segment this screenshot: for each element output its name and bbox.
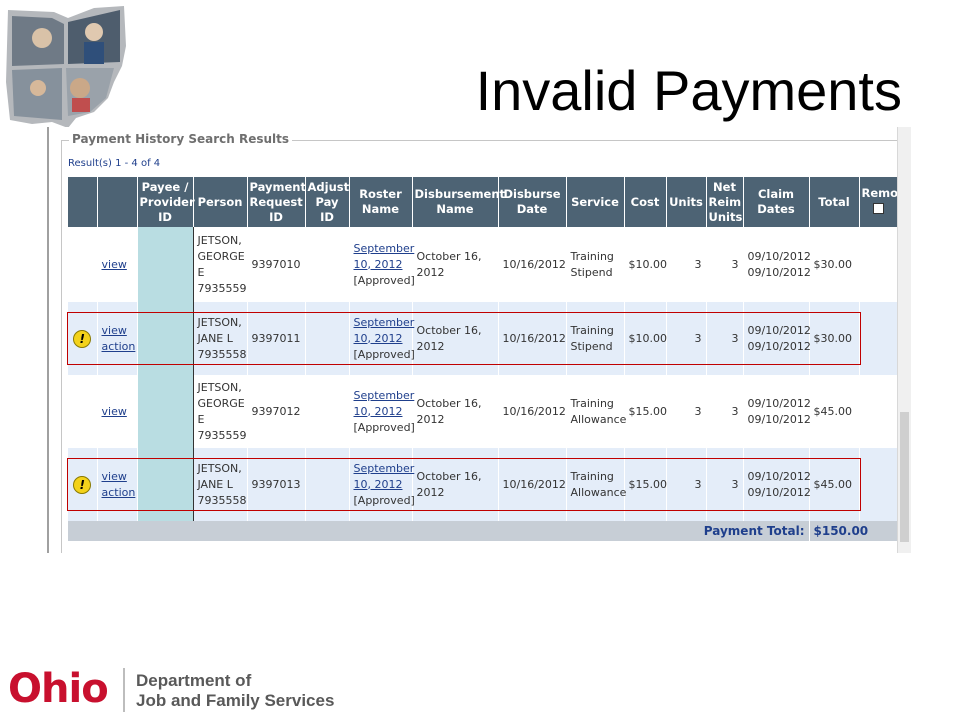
view-link[interactable]: view <box>102 258 127 271</box>
request-id-cell: 9397012 <box>247 375 306 448</box>
department-name-line1: Department of <box>136 671 252 690</box>
col-header-service[interactable]: Service <box>566 177 625 227</box>
col-header-disbursement-name[interactable]: Disbursement Name <box>412 177 505 227</box>
result-count: Result(s) 1 - 4 of 4 <box>68 158 161 169</box>
service-cell: Training Allowance <box>566 375 626 448</box>
roster-status: [Approved] <box>353 420 415 434</box>
col-header-roster[interactable]: Roster Name <box>349 177 413 227</box>
service-cell: Training Stipend <box>566 227 625 302</box>
col-header-remove: Remo <box>859 177 899 227</box>
payee-cell <box>136 227 194 302</box>
remove-all-checkbox[interactable] <box>873 203 884 214</box>
cost-cell: $15.00 <box>624 375 667 448</box>
col-header-request[interactable]: Payment Request ID <box>247 177 306 227</box>
col-header-net-units[interactable]: Net Reim Units <box>706 177 744 227</box>
payment-history-panel: Payment History Search Results Result(s)… <box>47 127 911 553</box>
col-header-flag <box>68 177 98 227</box>
claim-dates-cell: 09/10/2012 09/10/2012 <box>743 375 811 448</box>
roster-cell: September 10, 2012 [Approved] <box>349 375 415 448</box>
table-row: view JETSON, GEORGE E 7935559 9397010 Septe… <box>68 227 899 302</box>
units-cell: 3 <box>666 227 707 302</box>
remove-cell <box>859 227 899 302</box>
remove-cell <box>859 302 899 375</box>
col-header-total[interactable]: Total <box>809 177 860 227</box>
row-actions-cell: view <box>97 227 138 302</box>
col-header-remove-label: Remo <box>861 186 899 200</box>
table-header-row: Payee / Provider ID Person Payment Reque… <box>68 177 899 227</box>
roster-status: [Approved] <box>353 273 415 287</box>
col-header-person[interactable]: Person <box>193 177 248 227</box>
table-row: view JETSON, GEORGE E 7935559 9397012 Septe… <box>68 375 899 448</box>
invalid-payment-highlight-1 <box>67 312 861 365</box>
col-header-units[interactable]: Units <box>666 177 707 227</box>
adjust-pay-id-cell <box>305 375 350 448</box>
remove-cell <box>859 448 899 521</box>
roster-link[interactable]: September 10, 2012 <box>354 389 415 418</box>
payment-total-row: Payment Total: $150.00 <box>68 521 899 541</box>
request-id-cell: 9397010 <box>247 227 306 302</box>
col-header-disburse-date[interactable]: Disburse Date <box>498 177 567 227</box>
disbursement-name-cell: October 16, 2012 <box>412 227 499 302</box>
col-header-claim-dates[interactable]: Claim Dates <box>743 177 810 227</box>
row-warning-cell <box>68 227 98 302</box>
remove-cell <box>859 375 899 448</box>
adjust-pay-id-cell <box>305 227 350 302</box>
payment-total-label: Payment Total: <box>68 521 810 541</box>
col-header-payee[interactable]: Payee / Provider ID <box>137 177 195 227</box>
person-cell: JETSON, GEORGE E 7935559 <box>193 227 248 302</box>
total-cell: $30.00 <box>809 227 860 302</box>
units-cell: 3 <box>666 375 707 448</box>
ohio-state-photo-collage <box>6 6 126 128</box>
disbursement-name-cell: October 16, 2012 <box>412 375 499 448</box>
view-link[interactable]: view <box>102 405 127 418</box>
cost-cell: $10.00 <box>624 227 667 302</box>
col-header-cost[interactable]: Cost <box>624 177 667 227</box>
claim-dates-cell: 09/10/2012 09/10/2012 <box>743 227 811 302</box>
roster-cell: September 10, 2012 [Approved] <box>349 227 415 302</box>
disburse-date-cell: 10/16/2012 <box>498 227 567 302</box>
payment-total-value: $150.00 <box>809 521 899 541</box>
row-warning-cell <box>68 375 98 448</box>
footer-logo: Ohio Department of Job and Family Servic… <box>8 664 368 714</box>
slide-title: Invalid Payments <box>475 59 902 122</box>
search-results-legend: Payment History Search Results <box>69 132 293 146</box>
disburse-date-cell: 10/16/2012 <box>498 375 567 448</box>
scrollbar-thumb[interactable] <box>900 412 909 542</box>
department-name-line2: Job and Family Services <box>136 691 335 710</box>
invalid-payment-highlight-2 <box>67 458 861 511</box>
row-actions-cell: view <box>97 375 138 448</box>
net-units-cell: 3 <box>706 227 744 302</box>
net-units-cell: 3 <box>706 375 744 448</box>
footer-divider <box>123 668 125 712</box>
col-header-adjust[interactable]: Adjust Pay ID <box>305 177 350 227</box>
payee-cell <box>136 375 194 448</box>
panel-scrollbar[interactable] <box>897 127 911 553</box>
person-cell: JETSON, GEORGE E 7935559 <box>193 375 248 448</box>
roster-link[interactable]: September 10, 2012 <box>354 242 415 271</box>
ohio-wordmark: Ohio <box>8 666 109 712</box>
total-cell: $45.00 <box>809 375 860 448</box>
col-header-action <box>97 177 138 227</box>
